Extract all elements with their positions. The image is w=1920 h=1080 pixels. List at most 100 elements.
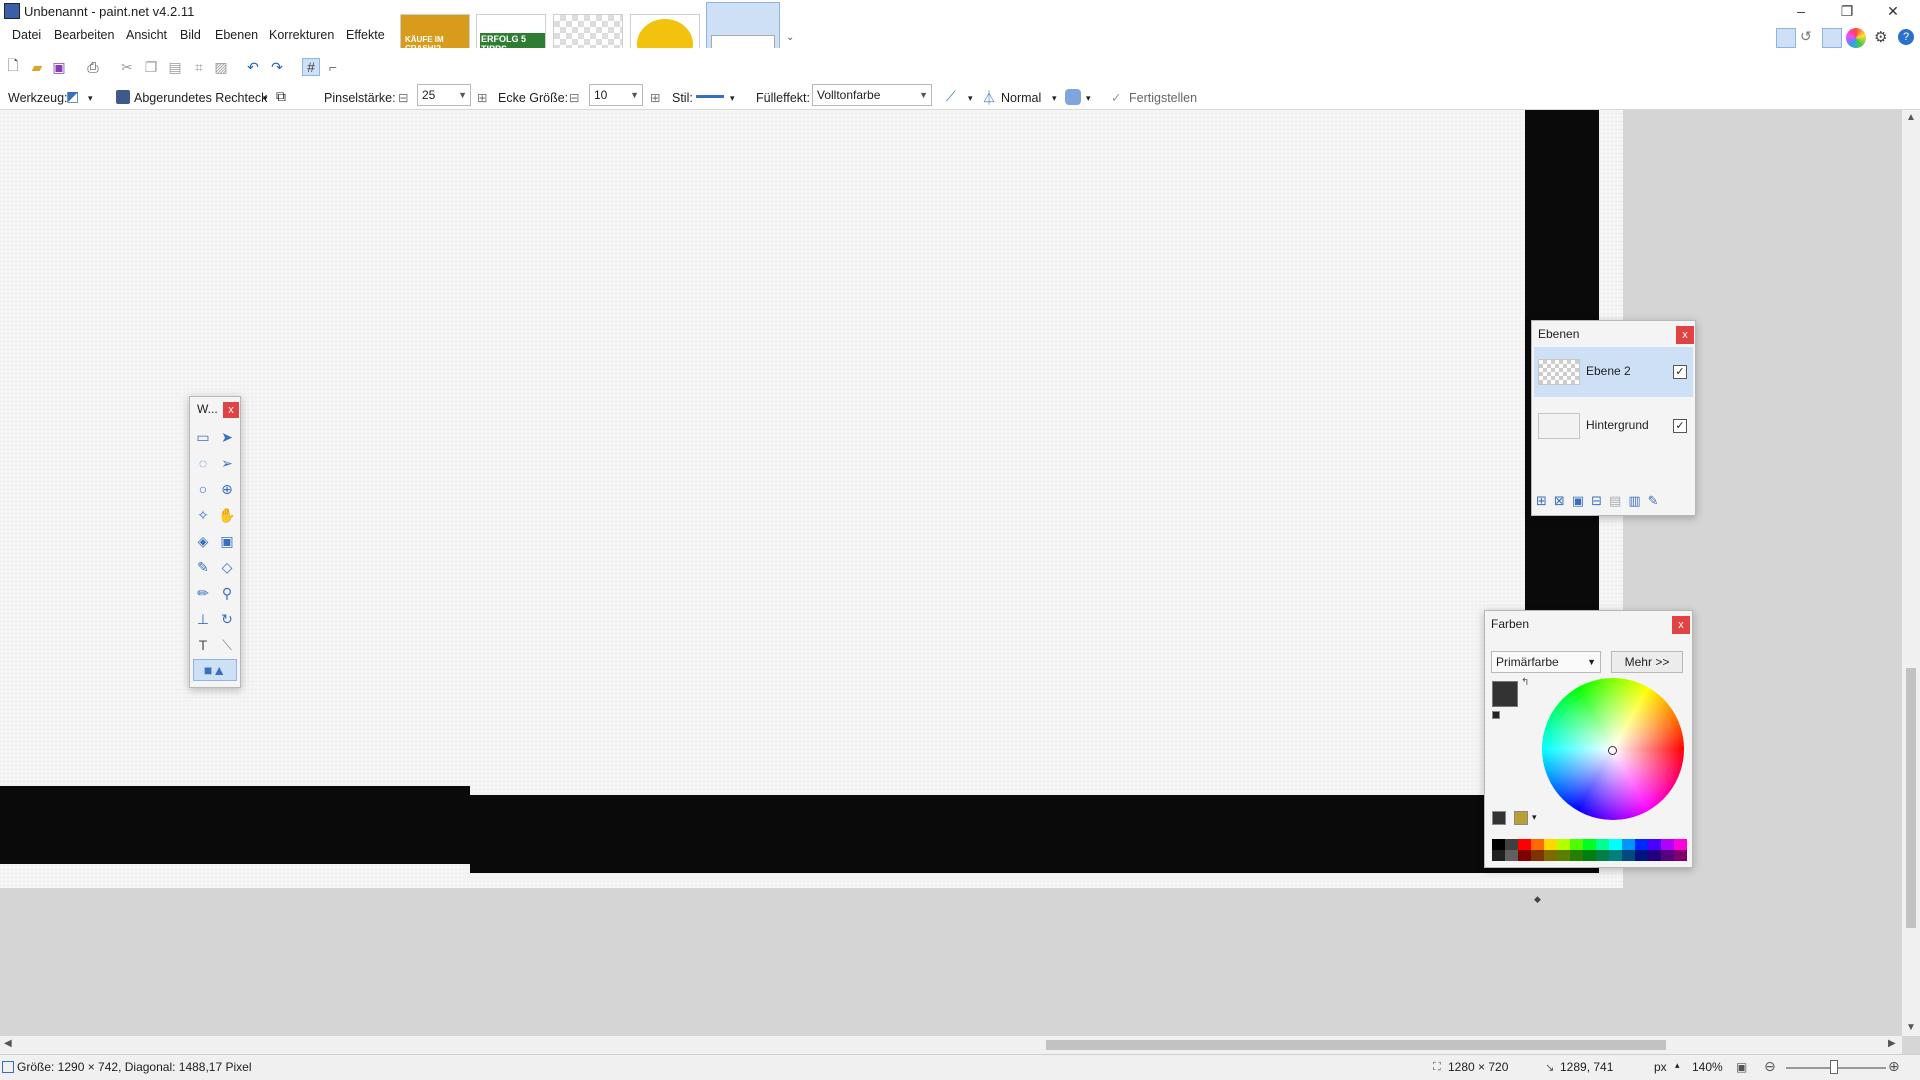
color-wheel-cursor[interactable] xyxy=(1608,746,1617,755)
scroll-left-icon[interactable]: ◀ xyxy=(4,1038,12,1049)
scroll-right-icon[interactable]: ▶ xyxy=(1888,1038,1896,1049)
tools-close-button[interactable]: x xyxy=(223,402,239,418)
scroll-up-icon[interactable]: ▲ xyxy=(1906,112,1916,123)
blend-mode-icon[interactable]: ⏃ xyxy=(982,88,996,108)
shape-handle-icon[interactable]: ◆ xyxy=(1534,894,1541,905)
reset-colors-icon[interactable] xyxy=(1492,711,1500,719)
blend-mode-selector[interactable]: Normal xyxy=(1001,88,1041,108)
palette-primary-icon[interactable] xyxy=(1492,811,1506,825)
brush-decrease-icon[interactable]: ⊟ xyxy=(398,88,408,108)
delete-layer-icon[interactable]: ⊠ xyxy=(1554,493,1565,511)
cut-icon[interactable]: ✂ xyxy=(118,58,136,76)
move-layer-down-icon[interactable]: ▥ xyxy=(1628,493,1640,511)
unit-dropdown-arrow[interactable]: ▴ xyxy=(1675,1060,1680,1071)
move-selection-icon[interactable]: ➢ xyxy=(217,453,237,473)
zoom-slider-thumb[interactable] xyxy=(1830,1060,1838,1074)
line-curve-icon[interactable]: ⟍ xyxy=(217,635,237,655)
pan-hand-icon[interactable]: ✋ xyxy=(217,505,237,525)
rectangle-select-icon[interactable]: ▭ xyxy=(193,427,213,447)
eraser-icon[interactable]: ◇ xyxy=(217,557,237,577)
history-icon[interactable]: ↺ xyxy=(1800,28,1812,45)
palette-menu-icon[interactable] xyxy=(1514,811,1528,825)
menu-ansicht[interactable]: Ansicht xyxy=(126,28,167,42)
menu-korrekturen[interactable]: Korrekturen xyxy=(269,28,334,42)
print-icon[interactable]: ⎙ xyxy=(84,58,102,76)
shapes-tool-icon[interactable]: ■▲ xyxy=(193,659,237,681)
brush-increase-icon[interactable]: ⊞ xyxy=(477,88,487,108)
recolor-icon[interactable]: ↻ xyxy=(217,609,237,629)
shape-dropdown-arrow[interactable]: ▾ xyxy=(263,88,268,108)
move-layer-up-icon[interactable]: ▤ xyxy=(1609,493,1621,511)
menu-bild[interactable]: Bild xyxy=(180,28,201,42)
text-icon[interactable]: T xyxy=(193,635,213,655)
swap-colors-icon[interactable]: ↰ xyxy=(1521,677,1529,688)
paste-icon[interactable]: ▤ xyxy=(166,58,184,76)
help-icon[interactable]: ? xyxy=(1898,29,1914,45)
shape-type-selector[interactable]: Abgerundetes Rechteck xyxy=(134,88,267,108)
crop-icon[interactable]: ⌗ xyxy=(190,58,208,76)
colors-close-button[interactable]: x xyxy=(1672,616,1690,634)
thumbnails-dropdown-icon[interactable]: ⌄ xyxy=(786,32,794,43)
undo-icon[interactable]: ↶ xyxy=(244,58,262,76)
more-button[interactable]: Mehr >> xyxy=(1611,651,1683,673)
zoom-out-icon[interactable]: ⊖ xyxy=(1764,1058,1776,1075)
line-style-icon[interactable] xyxy=(696,95,724,98)
grid-icon[interactable]: # xyxy=(302,58,320,76)
menu-datei[interactable]: Datei xyxy=(12,28,41,42)
redo-icon[interactable]: ↷ xyxy=(268,58,286,76)
gradient-icon[interactable]: ▣ xyxy=(217,531,237,551)
palette-dropdown-arrow[interactable]: ▾ xyxy=(1532,812,1537,823)
horizontal-scroll-thumb[interactable] xyxy=(1046,1040,1666,1050)
zoom-level[interactable]: 140% xyxy=(1692,1060,1723,1074)
fill-mode-combo[interactable]: Volltonfarbe ▼ xyxy=(812,84,932,106)
color-mode-select[interactable]: Primärfarbe ▼ xyxy=(1491,651,1601,673)
corner-size-combo[interactable]: 10 ▼ xyxy=(589,84,643,106)
antialias-dropdown-arrow[interactable]: ▾ xyxy=(968,88,973,108)
layers-toggle-icon[interactable] xyxy=(1822,28,1842,48)
ruler-icon[interactable]: ⌐ xyxy=(324,58,342,76)
zoom-icon[interactable]: ⊕ xyxy=(217,479,237,499)
layer-properties-icon[interactable]: ✎ xyxy=(1648,493,1659,511)
tools-toggle-icon[interactable] xyxy=(1776,28,1796,48)
merge-layer-icon[interactable]: ⊟ xyxy=(1591,493,1602,511)
add-layer-icon[interactable]: ⊞ xyxy=(1536,493,1547,511)
layer-visibility-checkbox[interactable]: ✓ xyxy=(1673,419,1687,433)
layer-row[interactable]: Hintergrund ✓ xyxy=(1534,401,1693,451)
paint-bucket-icon[interactable]: ◈ xyxy=(193,531,213,551)
lasso-select-icon[interactable]: ◌ xyxy=(193,453,213,473)
finish-button[interactable]: Fertigstellen xyxy=(1129,88,1197,108)
corner-decrease-icon[interactable]: ⊟ xyxy=(569,88,579,108)
tool-dropdown-arrow[interactable]: ▾ xyxy=(88,88,93,108)
duplicate-layer-icon[interactable]: ▣ xyxy=(1572,493,1584,511)
corner-increase-icon[interactable]: ⊞ xyxy=(650,88,660,108)
minimize-button[interactable]: – xyxy=(1778,0,1824,22)
clone-stamp-icon[interactable]: ⊥ xyxy=(193,609,213,629)
current-tool-shape-icon[interactable]: ◩ xyxy=(66,88,84,106)
paintbrush-icon[interactable]: ✎ xyxy=(193,557,213,577)
shape-draw-mode-icon[interactable]: ⧉ xyxy=(276,88,286,105)
new-file-icon[interactable]: 🗋 xyxy=(4,57,22,76)
move-selected-icon[interactable]: ➤ xyxy=(217,427,237,447)
colors-toggle-icon[interactable] xyxy=(1846,28,1866,48)
layers-close-button[interactable]: x xyxy=(1676,326,1694,344)
pencil-icon[interactable]: ✏ xyxy=(193,583,213,603)
ellipse-select-icon[interactable]: ○ xyxy=(193,479,213,499)
clipping-dropdown-arrow[interactable]: ▾ xyxy=(1086,88,1091,108)
layer-row[interactable]: Ebene 2 ✓ xyxy=(1534,347,1693,397)
unit-selector[interactable]: px xyxy=(1654,1060,1667,1074)
open-folder-icon[interactable]: ▰ xyxy=(28,58,46,76)
primary-color-swatch[interactable] xyxy=(1492,681,1518,707)
menu-effekte[interactable]: Effekte xyxy=(346,28,385,42)
scroll-down-icon[interactable]: ▼ xyxy=(1906,1022,1916,1033)
color-picker-icon[interactable]: ⚲ xyxy=(217,583,237,603)
antialiasing-icon[interactable]: ⟋ xyxy=(946,88,956,105)
save-icon[interactable]: ▣ xyxy=(50,58,68,76)
layer-visibility-checkbox[interactable]: ✓ xyxy=(1673,365,1687,379)
menu-bearbeiten[interactable]: Bearbeiten xyxy=(54,28,114,42)
deselect-icon[interactable]: ▨ xyxy=(212,58,230,76)
blend-dropdown-arrow[interactable]: ▾ xyxy=(1052,88,1057,108)
selection-clipping-icon[interactable] xyxy=(1065,89,1081,105)
magic-wand-icon[interactable]: ✧ xyxy=(193,505,213,525)
drawing-canvas[interactable] xyxy=(0,110,1623,888)
menu-ebenen[interactable]: Ebenen xyxy=(215,28,258,42)
